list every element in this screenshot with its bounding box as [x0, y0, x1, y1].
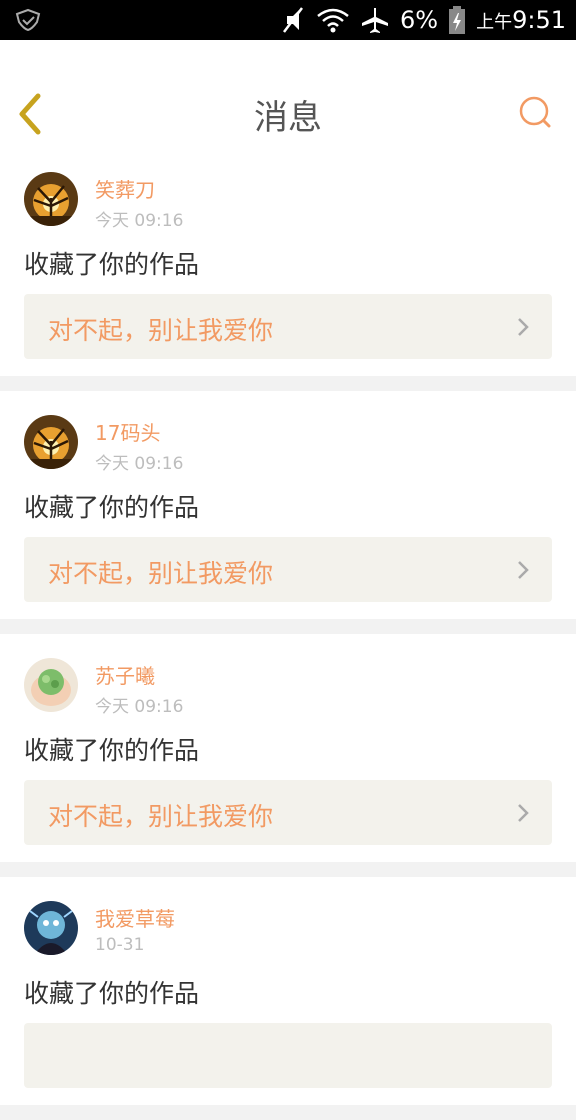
message-list: 笑葬刀 今天 09:16 收藏了你的作品 对不起，别让我爱你 17码头 今天 0…: [0, 148, 576, 1120]
airplane-icon: [362, 8, 389, 33]
battery-charging-icon: [449, 6, 466, 34]
timestamp: 今天 09:16: [95, 454, 184, 474]
page-title: 消息: [254, 98, 322, 138]
clock: 上午9:51: [476, 6, 566, 34]
timestamp: 10-31: [95, 935, 145, 955]
username[interactable]: 17码头: [95, 417, 160, 446]
work-title: 对不起，别让我爱你: [48, 316, 274, 345]
work-link[interactable]: 对不起，别让我爱你: [24, 537, 552, 602]
avatar[interactable]: [24, 172, 78, 226]
chevron-right-icon: [518, 318, 529, 336]
username[interactable]: 笑葬刀: [95, 174, 155, 203]
avatar[interactable]: [24, 415, 78, 469]
action-text: 收藏了你的作品: [24, 250, 200, 279]
wifi-icon: [317, 8, 349, 33]
avatar[interactable]: [24, 658, 78, 712]
search-icon[interactable]: [518, 94, 554, 130]
battery-percent: 6%: [400, 6, 439, 34]
work-link[interactable]: 对不起，别让我爱你: [24, 294, 552, 359]
username[interactable]: 我爱草莓: [95, 903, 175, 932]
status-bar: 6% 上午9:51: [0, 0, 576, 40]
timestamp: 今天 09:16: [95, 211, 184, 231]
timestamp: 今天 09:16: [95, 697, 184, 717]
work-title: 对不起，别让我爱你: [48, 802, 274, 831]
chevron-right-icon: [518, 561, 529, 579]
work-link[interactable]: [24, 1023, 552, 1088]
work-title: 对不起，别让我爱你: [48, 559, 274, 588]
action-text: 收藏了你的作品: [24, 493, 200, 522]
chevron-right-icon: [518, 804, 529, 822]
action-text: 收藏了你的作品: [24, 979, 200, 1008]
action-text: 收藏了你的作品: [24, 736, 200, 765]
shield-notification-icon: [15, 8, 41, 32]
message-card: 17码头 今天 09:16 收藏了你的作品 对不起，别让我爱你: [0, 391, 576, 619]
app-header: 消息: [0, 40, 576, 149]
message-card: 苏子曦 今天 09:16 收藏了你的作品 对不起，别让我爱你: [0, 634, 576, 862]
work-link[interactable]: 对不起，别让我爱你: [24, 780, 552, 845]
message-card: 我爱草莓 10-31 收藏了你的作品: [0, 877, 576, 1105]
mute-icon: [283, 7, 304, 33]
message-card: 笑葬刀 今天 09:16 收藏了你的作品 对不起，别让我爱你: [0, 148, 576, 376]
avatar[interactable]: [24, 901, 78, 955]
username[interactable]: 苏子曦: [95, 660, 155, 689]
